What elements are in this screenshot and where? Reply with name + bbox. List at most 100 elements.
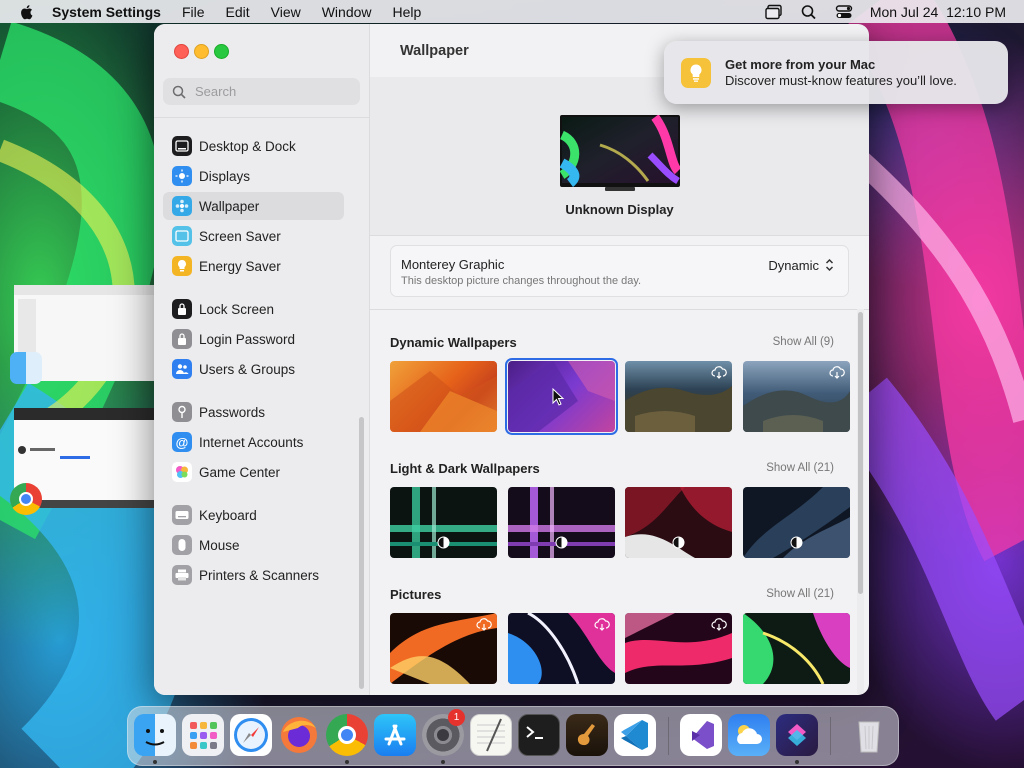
dock-trash-icon[interactable]	[848, 714, 890, 756]
dock-running-indicator	[153, 760, 157, 764]
screen-mirroring-icon[interactable]	[765, 4, 783, 20]
sidebar: Desktop & Dock Displays Wallpaper Screen…	[154, 24, 370, 695]
sidebar-item-label: Wallpaper	[199, 198, 260, 214]
cloud-download-icon	[711, 366, 727, 379]
dock-visual-studio-icon[interactable]	[680, 714, 722, 756]
sidebar-item-lock-screen[interactable]: Lock Screen	[163, 295, 344, 323]
menu-file[interactable]: File	[182, 4, 205, 20]
menubar-clock[interactable]: Mon Jul 24 12:10 PM	[870, 4, 1006, 20]
dock-vscode-icon[interactable]	[614, 714, 656, 756]
desktop-dock-icon	[172, 136, 192, 156]
dock-textedit-icon[interactable]	[470, 714, 512, 756]
dock: 1	[127, 706, 899, 766]
dock-finder-icon[interactable]	[134, 714, 176, 756]
chevron-up-down-icon	[825, 258, 834, 272]
dock-divider	[830, 717, 831, 755]
sidebar-item-printers-scanners[interactable]: Printers & Scanners	[163, 561, 344, 589]
show-all-dynamic-button[interactable]: Show All (9)	[773, 336, 834, 348]
main-scrollbar[interactable]	[857, 309, 864, 694]
chrome-window-icon[interactable]	[10, 483, 42, 515]
sidebar-item-mouse[interactable]: Mouse	[163, 531, 344, 559]
wallpaper-description: This desktop picture changes throughout …	[401, 275, 642, 287]
sidebar-item-label: Desktop & Dock	[199, 138, 296, 154]
finder-window-icon[interactable]	[10, 352, 42, 384]
wallpaper-thumb-monterey-orange[interactable]	[390, 361, 497, 432]
current-wallpaper-info: Monterey Graphic This desktop picture ch…	[390, 245, 849, 297]
sidebar-item-keyboard[interactable]: Keyboard	[163, 501, 344, 529]
page-title: Wallpaper	[400, 43, 469, 59]
sidebar-item-users-groups[interactable]: Users & Groups	[163, 355, 344, 383]
menu-help[interactable]: Help	[393, 4, 422, 20]
section-title-light-dark: Light & Dark Wallpapers	[390, 461, 540, 476]
dock-launchpad-icon[interactable]	[182, 714, 224, 756]
spotlight-search-icon[interactable]	[800, 4, 818, 20]
display-preview[interactable]	[560, 115, 680, 191]
dock-safari-icon[interactable]	[230, 714, 272, 756]
wallpaper-thumb-light-dark-3[interactable]	[625, 487, 732, 558]
menu-view[interactable]: View	[271, 4, 301, 20]
wallpaper-thumb-picture-1[interactable]	[390, 613, 497, 684]
sidebar-scrollbar[interactable]	[359, 417, 364, 689]
dock-weather-icon[interactable]	[728, 714, 770, 756]
dock-terminal-icon[interactable]	[518, 714, 560, 756]
light-dark-icon	[672, 536, 685, 549]
dock-app-store-icon[interactable]	[374, 714, 416, 756]
display-name: Unknown Display	[565, 202, 674, 217]
dock-firefox-icon[interactable]	[278, 714, 320, 756]
apple-menu-icon[interactable]	[18, 3, 36, 21]
dock-chrome-icon[interactable]	[326, 714, 368, 756]
sidebar-item-label: Keyboard	[199, 507, 257, 523]
sidebar-item-game-center[interactable]: Game Center	[163, 458, 344, 486]
sidebar-item-passwords[interactable]: Passwords	[163, 398, 344, 426]
zoom-button[interactable]	[214, 44, 229, 59]
dock-running-indicator	[345, 760, 349, 764]
wallpaper-thumb-picture-2[interactable]	[508, 613, 615, 684]
wallpaper-thumb-light-dark-4[interactable]	[743, 487, 850, 558]
lock-screen-icon	[172, 299, 192, 319]
sidebar-item-wallpaper[interactable]: Wallpaper	[163, 192, 344, 220]
sidebar-item-label: Passwords	[199, 404, 266, 420]
light-dark-icon	[790, 536, 803, 549]
keyboard-icon	[172, 505, 192, 525]
sidebar-item-label: Game Center	[199, 464, 281, 480]
dock-shortcuts-icon[interactable]	[776, 714, 818, 756]
displays-icon	[172, 166, 192, 186]
wallpaper-thumb-picture-4[interactable]	[743, 613, 850, 684]
sidebar-item-displays[interactable]: Displays	[163, 162, 344, 190]
wallpaper-thumb-picture-3[interactable]	[625, 613, 732, 684]
search-input[interactable]	[193, 83, 347, 100]
wallpaper-thumb-catalina-evening[interactable]	[743, 361, 850, 432]
wallpaper-thumb-light-dark-2[interactable]	[508, 487, 615, 558]
dock-garageband-icon[interactable]	[566, 714, 608, 756]
show-all-light-dark-button[interactable]: Show All (21)	[766, 462, 834, 474]
sidebar-item-label: Screen Saver	[199, 228, 281, 244]
tips-lightbulb-icon	[681, 58, 711, 88]
menu-edit[interactable]: Edit	[226, 4, 250, 20]
notification-banner[interactable]: Get more from your Mac Discover must-kno…	[664, 41, 1008, 104]
wallpaper-thumb-light-dark-1[interactable]	[390, 487, 497, 558]
wallpaper-thumb-catalina-day[interactable]	[625, 361, 732, 432]
menu-app-name[interactable]: System Settings	[52, 4, 161, 20]
cloud-download-icon	[594, 618, 610, 631]
minimize-button[interactable]	[194, 44, 209, 59]
notification-badge: 1	[448, 709, 465, 726]
control-center-icon[interactable]	[835, 4, 853, 20]
main-scrollbar-thumb[interactable]	[858, 312, 863, 594]
wallpaper-mode-select[interactable]: Dynamic	[768, 257, 835, 273]
screen-saver-icon	[172, 226, 192, 246]
menu-window[interactable]: Window	[322, 4, 372, 20]
close-button[interactable]	[174, 44, 189, 59]
passwords-icon	[172, 402, 192, 422]
sidebar-item-label: Printers & Scanners	[199, 567, 320, 583]
show-all-pictures-button[interactable]: Show All (21)	[766, 588, 834, 600]
sidebar-item-screen-saver[interactable]: Screen Saver	[163, 222, 344, 250]
sidebar-item-login-password[interactable]: Login Password	[163, 325, 344, 353]
sidebar-item-energy-saver[interactable]: Energy Saver	[163, 252, 344, 280]
sidebar-item-label: Internet Accounts	[199, 434, 304, 450]
sidebar-item-label: Lock Screen	[199, 301, 275, 317]
wallpaper-name: Monterey Graphic	[401, 257, 505, 272]
internet-accounts-icon: @	[172, 432, 192, 452]
sidebar-item-internet-accounts[interactable]: @ Internet Accounts	[163, 428, 344, 456]
sidebar-search[interactable]	[163, 78, 360, 105]
sidebar-item-desktop-dock[interactable]: Desktop & Dock	[163, 132, 344, 160]
